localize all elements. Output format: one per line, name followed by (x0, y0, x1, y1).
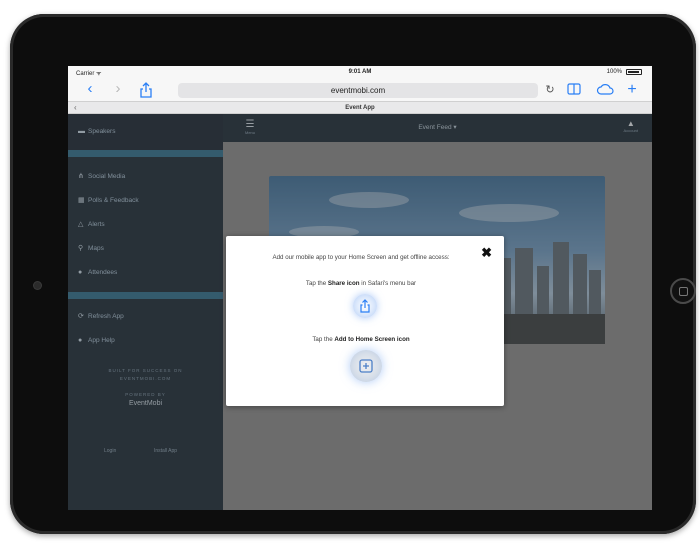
add-to-home-modal: ✖ Add our mobile app to your Home Screen… (226, 236, 504, 406)
url-field[interactable]: eventmobi.com (178, 83, 538, 98)
new-tab-icon[interactable]: + (624, 82, 640, 98)
camera-icon (34, 282, 41, 289)
share-step-bold: Share icon (327, 280, 360, 287)
forward-button[interactable]: › (110, 81, 126, 97)
add-to-home-icon (350, 350, 382, 382)
step-prefix: Tap the (305, 280, 328, 287)
modal-step-share: Tap the Share icon in Safari's menu bar (250, 280, 472, 288)
tab-bar: ‹ Event App (68, 102, 652, 114)
reload-icon[interactable]: ↻ (542, 82, 558, 98)
reader-icon[interactable] (566, 82, 582, 98)
share-icon (353, 294, 377, 318)
battery-percent: 100% (606, 69, 622, 75)
tab-title[interactable]: Event App (68, 105, 652, 111)
clock: 9:01 AM (348, 69, 372, 75)
modal-intro-text: Add our mobile app to your Home Screen a… (272, 254, 450, 261)
step-suffix: in Safari's menu bar (359, 280, 417, 287)
step-prefix: Tap the (312, 336, 335, 343)
ipad-screen: Carrier ᯤ 9:01 AM 100% ‹ › eventmobi.com… (68, 66, 652, 510)
modal-step-add: Tap the Add to Home Screen icon (250, 336, 472, 344)
home-button[interactable] (670, 278, 696, 304)
safari-toolbar: ‹ › eventmobi.com ↻ + (68, 78, 652, 102)
back-button[interactable]: ‹ (82, 81, 98, 97)
status-bar: Carrier ᯤ 9:01 AM 100% (68, 66, 652, 78)
stage: Carrier ᯤ 9:01 AM 100% ‹ › eventmobi.com… (0, 0, 700, 544)
add-step-bold: Add to Home Screen icon (334, 336, 410, 343)
cloud-icon[interactable] (596, 82, 614, 98)
ipad-device: Carrier ᯤ 9:01 AM 100% ‹ › eventmobi.com… (10, 14, 696, 534)
share-icon[interactable] (138, 82, 154, 98)
battery-icon (626, 69, 642, 75)
close-icon[interactable]: ✖ (481, 245, 492, 261)
